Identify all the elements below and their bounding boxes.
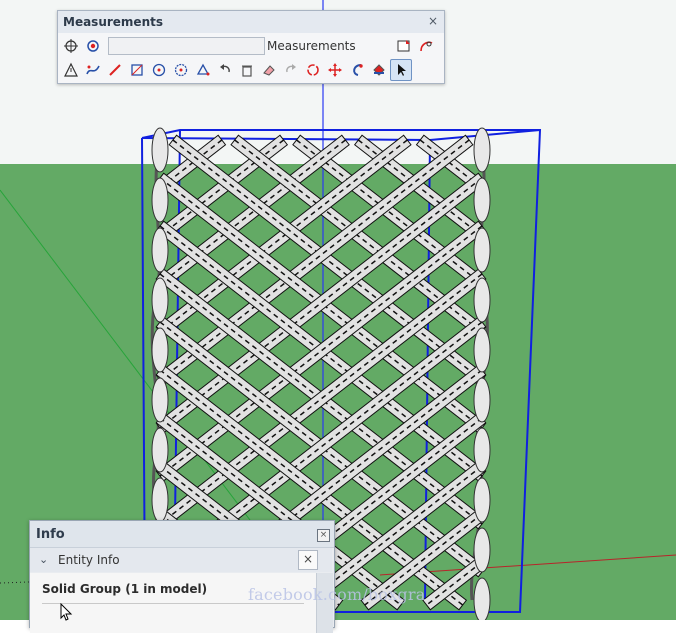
entity-name: Solid Group (1 in model) <box>42 582 208 596</box>
toolbar-close-button[interactable]: × <box>428 14 438 28</box>
red-axis-dotted <box>0 581 30 584</box>
info-panel: Info × ⌄ Entity Info × Solid Group (1 in… <box>29 520 335 633</box>
mouse-cursor-icon <box>60 603 73 621</box>
toolbar-title: Measurements <box>63 15 163 29</box>
info-close-button[interactable]: × <box>317 529 330 542</box>
toolbar-row-2 <box>58 59 444 81</box>
measurements-input[interactable] <box>108 37 265 55</box>
rectangle-tool-icon[interactable] <box>126 59 148 81</box>
section-plane-icon[interactable] <box>393 35 415 57</box>
lattice-edge-ring-right <box>473 477 491 523</box>
paint-bucket-icon[interactable] <box>368 59 390 81</box>
lattice-edge-ring-right <box>473 527 491 573</box>
polygon-tool-icon[interactable] <box>170 59 192 81</box>
circle-tool-icon[interactable] <box>148 59 170 81</box>
warning-triangle-icon[interactable] <box>60 59 82 81</box>
info-titlebar[interactable]: Info × <box>30 521 334 548</box>
lattice-edge-ring-left <box>151 127 169 173</box>
measurements-label: Measurements <box>267 39 356 53</box>
measurements-toolbar: Measurements × Measurements <box>57 10 445 84</box>
move-icon[interactable] <box>324 59 346 81</box>
entity-info-title: Entity Info <box>58 553 120 567</box>
lattice-edge-ring-right <box>473 377 491 423</box>
entity-info-header[interactable]: ⌄ Entity Info × <box>30 548 332 572</box>
wave-tool-icon[interactable] <box>82 59 104 81</box>
pencil-icon[interactable] <box>104 59 126 81</box>
select-arrow-icon[interactable] <box>390 59 412 81</box>
lattice-edge-ring-left <box>151 227 169 273</box>
lattice-edge-ring-right <box>473 177 491 223</box>
protractor-icon[interactable] <box>192 59 214 81</box>
eraser-icon[interactable] <box>258 59 280 81</box>
rotate-icon[interactable] <box>302 59 324 81</box>
entity-info-close-button[interactable]: × <box>298 550 318 570</box>
watermark-text: facebook.com/boxgra <box>248 585 426 604</box>
lattice-edge-ring-left <box>151 427 169 473</box>
lattice-edge-ring-right <box>473 577 491 620</box>
lattice-edge-ring-right <box>473 327 491 373</box>
lattice-edge-ring-left <box>151 277 169 323</box>
crosshair-icon[interactable] <box>60 35 82 57</box>
info-title: Info <box>36 527 65 542</box>
toolbar-titlebar[interactable]: Measurements × <box>58 11 444 33</box>
lattice-edge-ring-right <box>473 127 491 173</box>
follow-me-icon[interactable] <box>346 59 368 81</box>
arc-tool-icon[interactable] <box>415 35 437 57</box>
toolbar-row-1: Measurements <box>58 35 444 57</box>
lattice-edge-ring-right <box>473 427 491 473</box>
lattice-edge-ring-right <box>473 227 491 273</box>
trash-icon[interactable] <box>236 59 258 81</box>
undo-icon[interactable] <box>214 59 236 81</box>
lattice-edge-ring-left <box>151 377 169 423</box>
target-point-icon[interactable] <box>82 35 104 57</box>
chevron-down-icon[interactable]: ⌄ <box>39 553 48 566</box>
lattice-edge-ring-left <box>151 327 169 373</box>
redo-icon[interactable] <box>280 59 302 81</box>
lattice-edge-ring-right <box>473 277 491 323</box>
lattice-edge-ring-left <box>151 477 169 523</box>
lattice-edge-ring-left <box>151 177 169 223</box>
